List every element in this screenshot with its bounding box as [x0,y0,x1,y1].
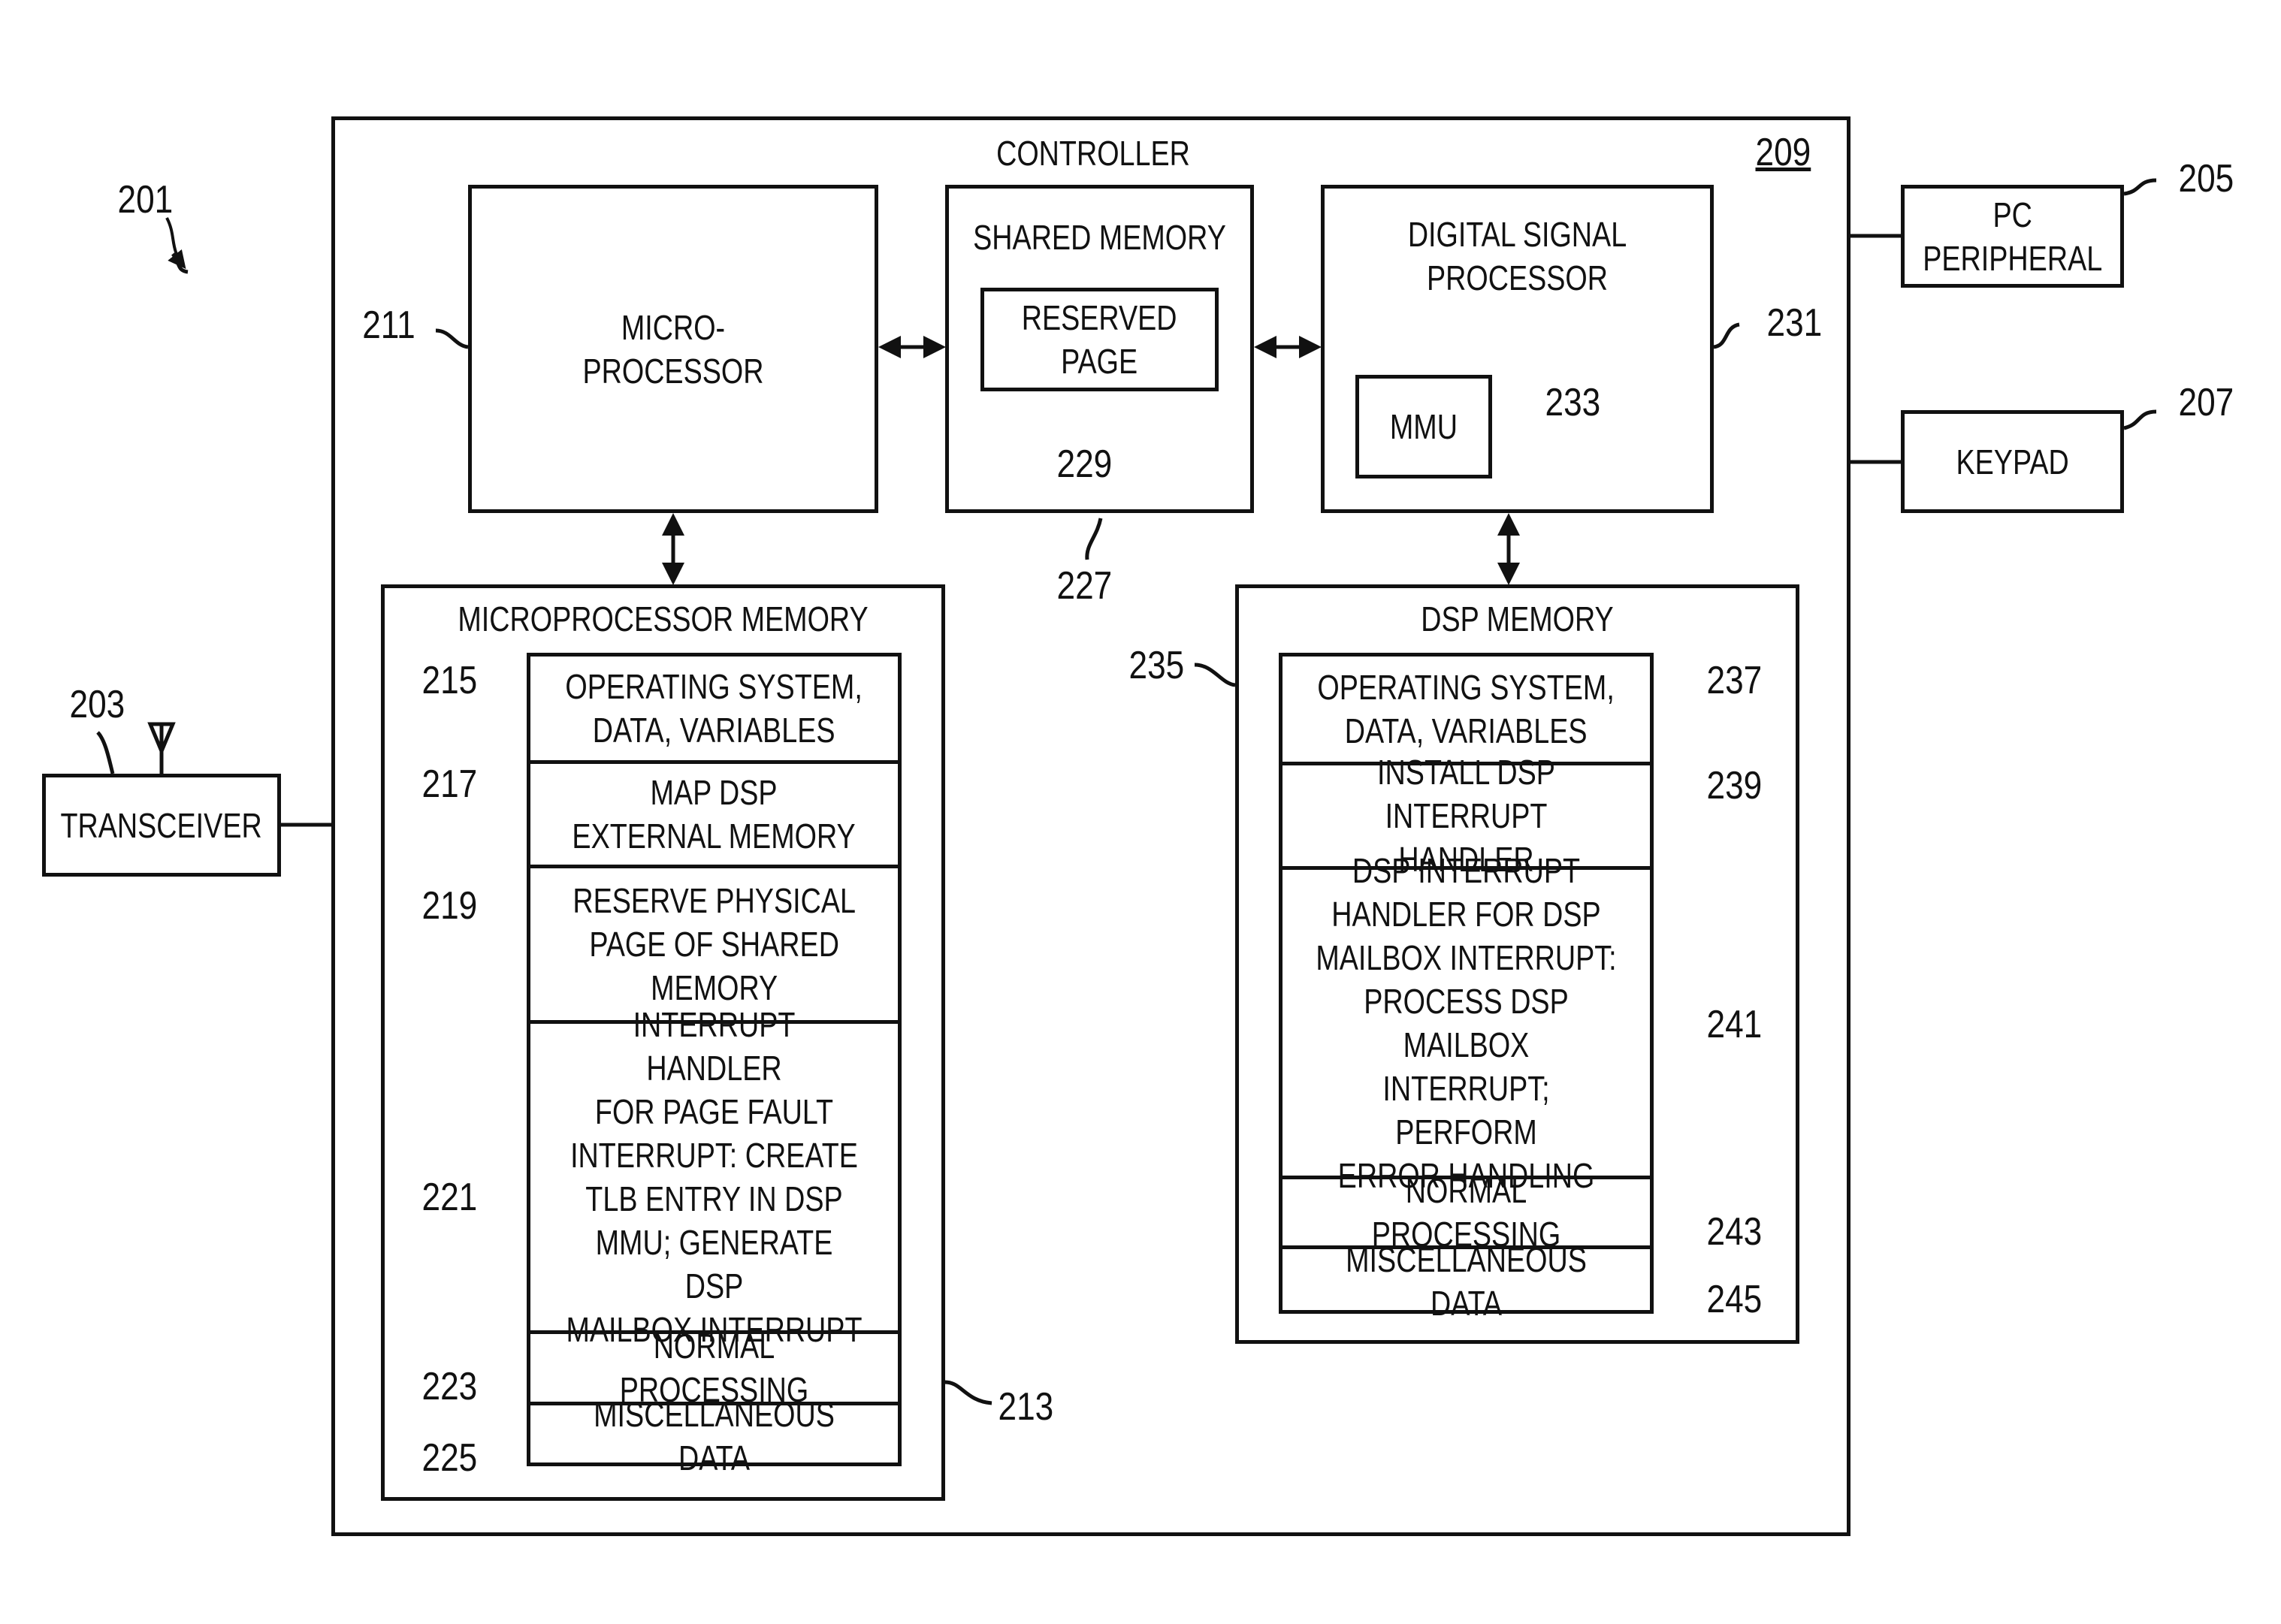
mp-row-ref: 223 [421,1365,478,1408]
mp-memory-row: OPERATING SYSTEM, DATA, VARIABLES [530,657,898,760]
mp-row-ref: 215 [421,659,478,702]
microprocessor-label: MICRO- PROCESSOR [582,307,764,391]
dsp-memory-stack: OPERATING SYSTEM, DATA, VARIABLES INSTAL… [1279,653,1654,1323]
dsp-row-ref: 241 [1706,1003,1763,1046]
mp-memory-row-text: MAP DSP EXTERNAL MEMORY [572,773,857,856]
mmu-label: MMU [1389,407,1458,446]
mp-row-ref: 221 [421,1176,478,1219]
mmu-ref: 233 [1545,381,1601,424]
microprocessor-memory-title: MICROPROCESSOR MEMORY [458,599,869,638]
transceiver-block: TRANSCEIVER [42,774,281,877]
dsp-row-ref: 245 [1706,1278,1763,1321]
mp-memory-row: INTERRUPT HANDLER FOR PAGE FAULT INTERRU… [530,1005,898,1349]
reserved-page-ref: 229 [1056,442,1113,486]
microprocessor-memory-stack: OPERATING SYSTEM, DATA, VARIABLES MAP DS… [527,653,902,1478]
keypad-ref: 207 [2178,381,2234,424]
dsp-memory-row-text: DSP INTERRUPT HANDLER FOR DSP MAILBOX IN… [1316,850,1617,1195]
dsp-memory-row-text: OPERATING SYSTEM, DATA, VARIABLES [1317,668,1615,750]
mp-row-ref: 225 [421,1436,478,1480]
mp-row-ref: 219 [421,884,478,928]
dsp-ref: 231 [1766,301,1823,345]
mp-row-ref: 217 [421,762,478,806]
microprocessor-ref: 211 [362,303,415,347]
dsp-row-ref: 237 [1706,659,1763,702]
dsp-memory-row: NORMAL PROCESSING [1282,1171,1650,1254]
pc-peripheral-label: PC PERIPHERAL [1923,195,2102,278]
dsp-row-ref: 239 [1706,764,1763,807]
microprocessor-memory-ref: 213 [998,1385,1054,1429]
mp-memory-row: MAP DSP EXTERNAL MEMORY [530,760,898,865]
mp-memory-row-text: OPERATING SYSTEM, DATA, VARIABLES [565,667,863,750]
mmu-block: MMU [1355,375,1492,478]
keypad-block: KEYPAD [1901,410,2124,513]
mp-memory-row-text: MISCELLANEOUS DATA [594,1394,835,1478]
transceiver-label: TRANSCEIVER [60,805,263,845]
mp-memory-row: MISCELLANEOUS DATA [530,1395,898,1478]
controller-title: CONTROLLER [996,134,1190,173]
dsp-memory-row: MISCELLANEOUS DATA [1282,1240,1650,1323]
reserved-page-block: RESERVED PAGE [980,288,1219,391]
controller-ref: 209 [1755,131,1811,174]
reserved-page-label: RESERVED PAGE [1022,298,1177,381]
keypad-label: KEYPAD [1956,442,2069,481]
dsp-memory-row: OPERATING SYSTEM, DATA, VARIABLES [1282,657,1650,762]
figure-ref-label: 201 [117,178,174,222]
dsp-memory-row: DSP INTERRUPT HANDLER FOR DSP MAILBOX IN… [1282,851,1650,1195]
shared-memory-title: SHARED MEMORY [973,218,1226,257]
pc-peripheral-block: PC PERIPHERAL [1901,185,2124,288]
dsp-memory-row-text: MISCELLANEOUS DATA [1346,1240,1587,1323]
mp-memory-row-text: RESERVE PHYSICAL PAGE OF SHARED MEMORY [573,881,856,1007]
transceiver-ref: 203 [69,683,125,726]
mp-memory-row: NORMAL PROCESSING [530,1327,898,1409]
dsp-memory-ref: 235 [1128,644,1185,687]
dsp-row-ref: 243 [1706,1210,1763,1254]
dsp-label: DIGITAL SIGNAL PROCESSOR [1407,215,1627,297]
mp-memory-row: RESERVE PHYSICAL PAGE OF SHARED MEMORY [530,865,898,1020]
mp-memory-row-text: INTERRUPT HANDLER FOR PAGE FAULT INTERRU… [566,1005,863,1349]
microprocessor-block: MICRO- PROCESSOR [468,185,878,513]
pc-peripheral-ref: 205 [2178,157,2234,201]
shared-memory-ref: 227 [1056,564,1113,608]
dsp-memory-title: DSP MEMORY [1421,599,1614,638]
